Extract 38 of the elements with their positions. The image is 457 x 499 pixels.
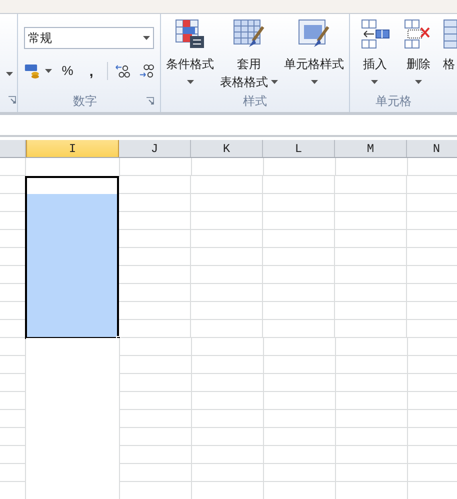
group-label: 单元格 — [376, 95, 412, 107]
caret-icon — [44, 69, 52, 73]
table-cell[interactable] — [25, 176, 119, 195]
ribbon-button[interactable]: 套用 表格格式 — [219, 19, 279, 91]
column-header[interactable]: I — [26, 140, 119, 157]
dialog-launcher-icon[interactable] — [146, 97, 154, 105]
caret-icon — [186, 80, 194, 84]
cell-brush-icon — [298, 19, 330, 49]
conditional-format-icon — [175, 19, 205, 49]
ribbon-button[interactable]: 删除 — [400, 19, 437, 91]
increase-decimal-icon[interactable] — [115, 64, 130, 78]
insert-cells-icon — [360, 19, 390, 49]
dialog-launcher-icon[interactable] — [8, 96, 16, 104]
format-cells-icon — [443, 19, 457, 49]
table-cell[interactable] — [25, 194, 119, 213]
caret-icon — [143, 36, 150, 40]
column-header[interactable]: J — [119, 140, 191, 157]
ribbon-button[interactable]: 格 — [443, 19, 457, 91]
caret-icon — [271, 80, 278, 84]
column-header[interactable]: L — [263, 140, 335, 157]
caret-icon — [310, 80, 318, 84]
ribbon-button[interactable]: 插入 — [356, 19, 394, 91]
table-cell[interactable] — [25, 320, 119, 339]
currency-icon[interactable] — [24, 63, 41, 79]
column-header[interactable]: N — [407, 140, 457, 157]
ribbon-button[interactable]: 单元格样式 — [283, 19, 345, 91]
table-brush-icon — [233, 19, 265, 49]
decrease-decimal-icon[interactable] — [139, 64, 154, 78]
percent-style-button[interactable]: % — [60, 61, 76, 81]
number-format-dropdown[interactable]: 常规 — [24, 27, 154, 49]
column-header[interactable]: M — [335, 140, 407, 157]
ribbon-button[interactable]: 条件格式 — [165, 19, 215, 91]
caret-icon — [371, 80, 378, 84]
caret-icon — [414, 80, 422, 84]
comma-style-button[interactable]: , — [87, 60, 96, 82]
group-label: 数字 — [73, 95, 97, 107]
column-header[interactable]: K — [191, 140, 263, 157]
group-label: 样式 — [243, 95, 267, 107]
